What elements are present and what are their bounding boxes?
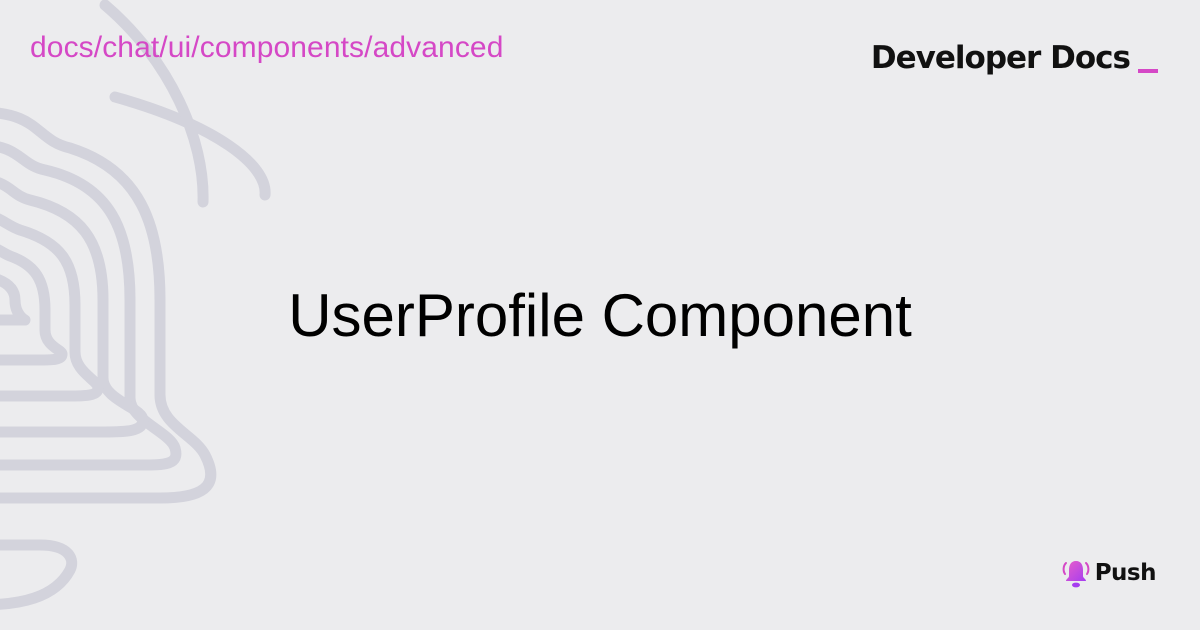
brand-header: Developer Docs <box>871 38 1158 78</box>
push-logo[interactable]: Push <box>1059 556 1157 590</box>
brand-title[interactable]: Developer Docs <box>871 38 1131 78</box>
brand-cursor-underscore <box>1138 69 1158 73</box>
page-title: UserProfile Component <box>288 282 912 349</box>
logo-text: Push <box>1094 560 1157 586</box>
bell-clapper <box>0 539 78 610</box>
breadcrumb[interactable]: docs/chat/ui/components/advanced <box>30 30 504 66</box>
signal-arc-outer <box>109 91 271 201</box>
bell-icon <box>1062 561 1090 588</box>
